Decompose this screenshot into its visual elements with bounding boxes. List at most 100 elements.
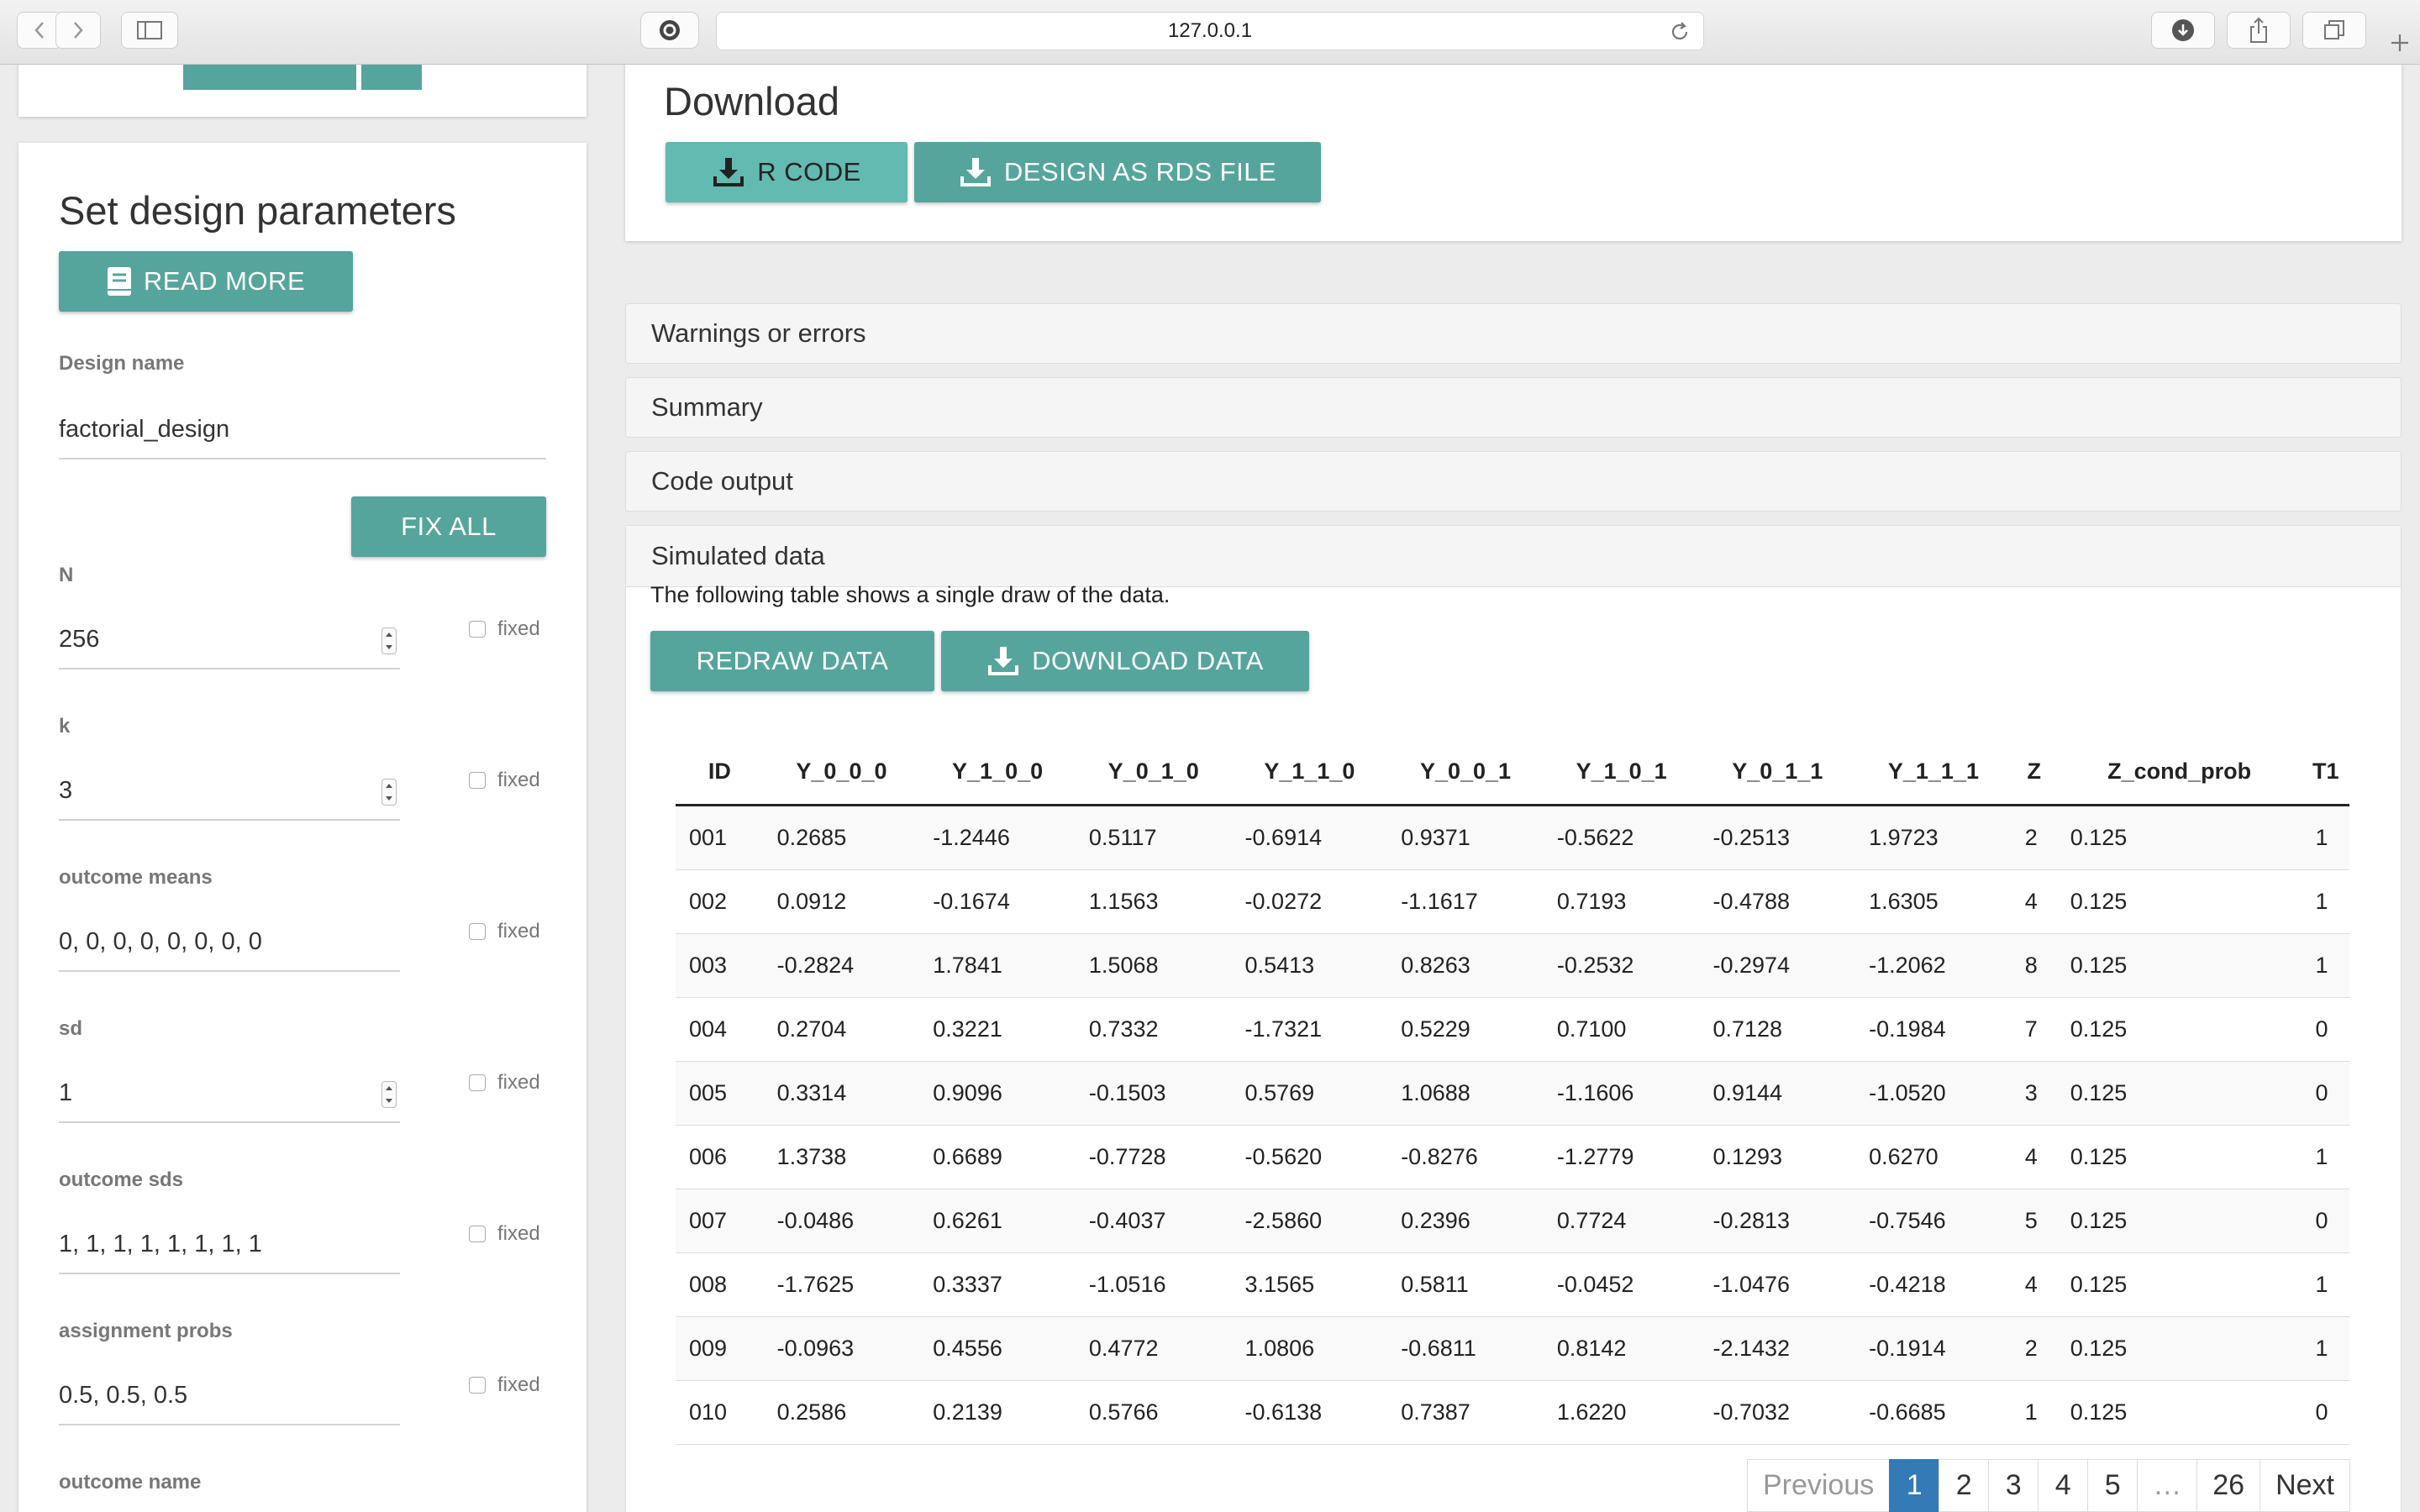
n-fixed-label: fixed	[497, 617, 540, 640]
outcome-means-fixed-checkbox[interactable]	[469, 923, 486, 940]
sd-spinner[interactable]	[381, 1081, 397, 1108]
column-header[interactable]: T1	[2302, 738, 2349, 806]
k-fixed-checkbox[interactable]	[469, 772, 486, 789]
r-code-button[interactable]: R CODE	[666, 142, 908, 202]
table-cell: -0.1984	[1855, 997, 2012, 1062]
table-cell: -0.7032	[1699, 1380, 1856, 1445]
partial-button[interactable]	[183, 65, 356, 90]
column-header[interactable]: Y_0_1_0	[1075, 738, 1232, 806]
sd-fixed-checkbox[interactable]	[469, 1074, 486, 1091]
site-settings-button[interactable]	[640, 12, 699, 49]
outcome-sds-input[interactable]: 1, 1, 1, 1, 1, 1, 1, 1	[59, 1215, 400, 1274]
table-cell: 009	[676, 1316, 764, 1381]
chevron-right-icon	[74, 22, 83, 39]
n-fixed-toggle[interactable]: fixed	[469, 617, 540, 641]
share-button[interactable]	[2227, 12, 2291, 49]
table-cell: 1	[2302, 805, 2349, 870]
panel-simulated-header[interactable]: Simulated data	[626, 526, 2401, 587]
k-spinner[interactable]	[381, 779, 397, 806]
design-name-value: factorial_design	[59, 415, 230, 443]
fix-all-button[interactable]: FIX ALL	[351, 496, 546, 557]
pagination-page-2[interactable]: 2	[1939, 1459, 1990, 1512]
reload-icon[interactable]	[1668, 20, 1691, 44]
table-cell: 007	[676, 1189, 764, 1253]
redraw-data-button[interactable]: REDRAW DATA	[650, 631, 934, 691]
column-header[interactable]: Y_1_0_0	[919, 738, 1076, 806]
column-header[interactable]: Y_1_0_1	[1543, 738, 1700, 806]
table-cell: 0.125	[2056, 1380, 2302, 1445]
panel-code-output[interactable]: Code output	[625, 451, 2402, 512]
simulated-caption: The following table shows a single draw …	[650, 582, 1171, 607]
table-cell: -0.1503	[1075, 1061, 1232, 1126]
pagination-page-26[interactable]: 26	[2196, 1459, 2261, 1512]
table-cell: 0.2139	[919, 1380, 1076, 1445]
table-row: 002 0.0912 -0.1674 1.1563 -0.0272 -1.1617 0.71…	[676, 869, 2349, 934]
k-input[interactable]: 3	[59, 762, 400, 821]
sd-label: sd	[59, 1017, 83, 1040]
design-name-field[interactable]: factorial_design	[59, 401, 546, 459]
table-cell: 1	[2302, 1252, 2349, 1317]
sidebar-toggle-button[interactable]	[121, 12, 178, 49]
table-cell: 8	[2011, 933, 2057, 998]
column-header[interactable]: Y_0_0_0	[763, 738, 920, 806]
table-cell: 1.7841	[919, 933, 1076, 998]
table-cell: -0.1674	[919, 869, 1076, 934]
read-more-button[interactable]: READ MORE	[59, 251, 353, 312]
table-cell: -0.8276	[1387, 1125, 1544, 1189]
plus-icon	[2391, 34, 2408, 51]
download-data-button[interactable]: DOWNLOAD DATA	[941, 631, 1309, 691]
k-fixed-toggle[interactable]: fixed	[469, 769, 540, 792]
table-cell: 1.9723	[1855, 805, 2012, 870]
downloads-button[interactable]	[2151, 12, 2215, 49]
table-cell: 5	[2011, 1189, 2057, 1253]
new-tab-button[interactable]	[2383, 22, 2417, 64]
pagination-page-5[interactable]: 5	[2087, 1459, 2139, 1512]
pagination-page-3[interactable]: 3	[1988, 1459, 2039, 1512]
sd-fixed-toggle[interactable]: fixed	[469, 1071, 540, 1095]
n-spinner[interactable]	[381, 627, 397, 654]
download-title: Download	[664, 79, 840, 123]
table-cell: -2.1432	[1699, 1316, 1856, 1381]
table-cell: 001	[676, 805, 764, 870]
table-cell: 4	[2011, 1125, 2057, 1189]
outcome-means-fixed-toggle[interactable]: fixed	[469, 920, 540, 943]
sd-input[interactable]: 1	[59, 1064, 400, 1123]
n-fixed-checkbox[interactable]	[469, 621, 486, 638]
table-cell: -1.7321	[1231, 997, 1388, 1062]
table-row: 005 0.3314 0.9096 -0.1503 0.5769 1.0688 -1.160…	[676, 1061, 2349, 1126]
table-cell: -0.7546	[1855, 1189, 2012, 1253]
address-bar[interactable]: 127.0.0.1	[716, 12, 1704, 50]
table-cell: -1.1606	[1543, 1061, 1700, 1126]
outcome-sds-fixed-toggle[interactable]: fixed	[469, 1222, 540, 1246]
column-header[interactable]: Y_0_0_1	[1387, 738, 1544, 806]
column-header[interactable]: ID	[676, 738, 764, 806]
table-row: 003 -0.2824 1.7841 1.5068 0.5413 0.8263 -0.253…	[676, 933, 2349, 998]
forward-button[interactable]	[55, 12, 101, 49]
assignment-probs-input[interactable]: 0.5, 0.5, 0.5	[59, 1367, 400, 1425]
outcome-sds-fixed-checkbox[interactable]	[469, 1226, 486, 1242]
outcome-means-input[interactable]: 0, 0, 0, 0, 0, 0, 0, 0	[59, 913, 400, 972]
n-input[interactable]: 256	[59, 611, 400, 669]
partial-button-secondary[interactable]	[361, 65, 422, 90]
column-header[interactable]: Z	[2011, 738, 2057, 806]
column-header[interactable]: Y_0_1_1	[1699, 738, 1856, 806]
pagination-page-4[interactable]: 4	[2038, 1459, 2089, 1512]
download-circle-icon	[2172, 19, 2194, 41]
column-header[interactable]: Y_1_1_0	[1231, 738, 1388, 806]
tabs-icon	[2324, 20, 2344, 39]
table-cell: 1	[2302, 933, 2349, 998]
panel-summary[interactable]: Summary	[625, 377, 2402, 438]
rds-download-button[interactable]: DESIGN AS RDS FILE	[914, 142, 1321, 202]
panel-warnings[interactable]: Warnings or errors	[625, 303, 2402, 364]
pagination-next[interactable]: Next	[2260, 1459, 2350, 1512]
table-cell: 005	[676, 1061, 764, 1126]
table-cell: 0.125	[2056, 997, 2302, 1062]
tabs-overview-button[interactable]	[2302, 12, 2366, 49]
assignment-probs-fixed-checkbox[interactable]	[469, 1377, 486, 1394]
column-header[interactable]: Y_1_1_1	[1855, 738, 2012, 806]
assignment-probs-fixed-toggle[interactable]: fixed	[469, 1373, 540, 1397]
column-header[interactable]: Z_cond_prob	[2056, 738, 2302, 806]
pagination-page-1[interactable]: 1	[1889, 1459, 1940, 1512]
pagination-previous[interactable]: Previous	[1746, 1459, 1891, 1512]
grammarly-icon	[660, 20, 680, 40]
